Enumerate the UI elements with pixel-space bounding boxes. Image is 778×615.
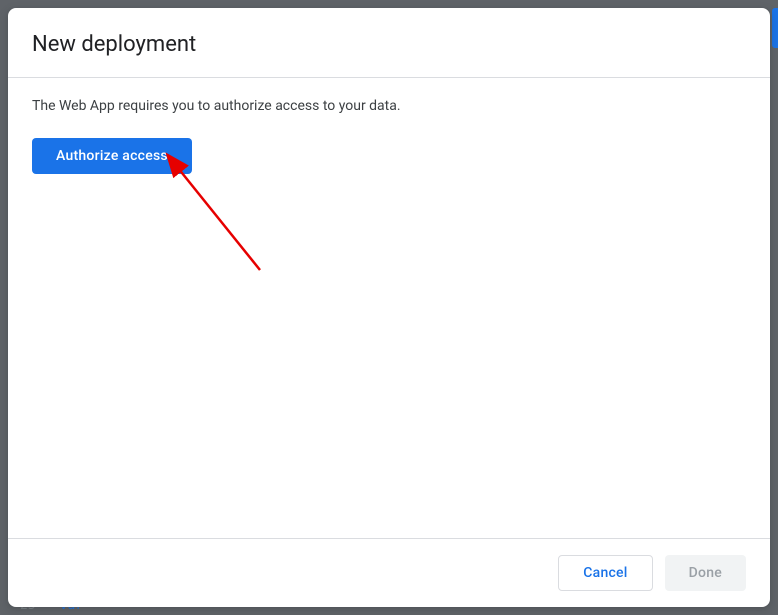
dialog-header: New deployment <box>8 8 770 78</box>
dialog-footer: Cancel Done <box>8 538 770 607</box>
authorize-access-button[interactable]: Authorize access <box>32 138 192 174</box>
topbar-fragment <box>0 0 16 8</box>
cancel-button[interactable]: Cancel <box>558 555 652 591</box>
new-deployment-dialog: New deployment The Web App requires you … <box>8 8 770 607</box>
rightbar-fragment <box>772 8 778 48</box>
dialog-title: New deployment <box>32 32 746 57</box>
dialog-body: The Web App requires you to authorize ac… <box>8 78 770 538</box>
done-button: Done <box>665 555 746 591</box>
authorization-message: The Web App requires you to authorize ac… <box>32 98 746 114</box>
